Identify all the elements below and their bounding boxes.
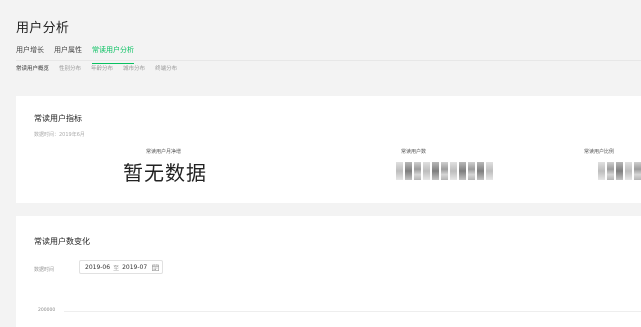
redacted-block bbox=[607, 162, 614, 180]
redacted-block bbox=[468, 162, 475, 180]
metric-label-reader-ratio: 常读用户比例 bbox=[584, 149, 615, 155]
metric-label-net-growth: 常读用户月净增 bbox=[146, 149, 182, 155]
subtab-device[interactable]: 终端分布 bbox=[155, 64, 177, 74]
tabs-divider bbox=[16, 60, 641, 61]
redacted-block bbox=[459, 162, 466, 180]
redacted-block bbox=[423, 162, 430, 180]
redacted-block bbox=[634, 162, 641, 180]
redacted-block bbox=[396, 162, 403, 180]
date-range-label: 数据时间 bbox=[34, 267, 55, 273]
metrics-data-time: 数据时间：2019年6月 bbox=[34, 132, 85, 138]
sub-tabs: 常读用户概览 性别分布 年龄分布 城市分布 终端分布 bbox=[16, 64, 177, 74]
metric-value-reader-count-redacted bbox=[396, 162, 493, 180]
tab-user-growth[interactable]: 用户增长 bbox=[16, 44, 44, 60]
redacted-block bbox=[625, 162, 632, 180]
page-title: 用户分析 bbox=[16, 21, 70, 36]
tab-frequent-reader-analysis[interactable]: 常读用户分析 bbox=[92, 44, 134, 64]
metrics-card-title: 常读用户指标 bbox=[34, 114, 82, 123]
trend-card-title: 常读用户数变化 bbox=[34, 237, 90, 246]
redacted-block bbox=[441, 162, 448, 180]
chart-gridline bbox=[64, 311, 641, 312]
redacted-block bbox=[432, 162, 439, 180]
redacted-block bbox=[616, 162, 623, 180]
subtab-overview[interactable]: 常读用户概览 bbox=[16, 64, 49, 74]
redacted-block bbox=[598, 162, 605, 180]
redacted-block bbox=[486, 162, 493, 180]
redacted-block bbox=[405, 162, 412, 180]
date-start: 2019-06 bbox=[85, 263, 111, 271]
trend-card: 常读用户数变化 数据时间 2019-06 至 2019-07 200000 bbox=[16, 216, 641, 327]
chart-y-tick: 200000 bbox=[38, 308, 56, 313]
redacted-block bbox=[477, 162, 484, 180]
metrics-card: 常读用户指标 数据时间：2019年6月 常读用户月净增 暂无数据 常读用户数 常… bbox=[16, 96, 641, 203]
user-analysis-page: 用户分析 用户增长 用户属性 常读用户分析 常读用户概览 性别分布 年龄分布 城… bbox=[0, 0, 641, 327]
subtab-city[interactable]: 城市分布 bbox=[123, 64, 145, 74]
date-range-picker[interactable]: 2019-06 至 2019-07 bbox=[79, 260, 163, 274]
metric-value-reader-ratio-redacted bbox=[598, 162, 641, 180]
redacted-block bbox=[414, 162, 421, 180]
metric-label-reader-count: 常读用户数 bbox=[401, 149, 427, 155]
date-end: 2019-07 bbox=[122, 263, 148, 271]
main-tabs: 用户增长 用户属性 常读用户分析 bbox=[16, 44, 134, 64]
tab-user-attributes[interactable]: 用户属性 bbox=[54, 44, 82, 60]
subtab-gender[interactable]: 性别分布 bbox=[59, 64, 81, 74]
redacted-block bbox=[450, 162, 457, 180]
date-separator: 至 bbox=[113, 264, 120, 272]
subtab-age[interactable]: 年龄分布 bbox=[91, 64, 113, 74]
metric-value-net-growth: 暂无数据 bbox=[123, 161, 207, 185]
calendar-icon bbox=[152, 263, 160, 271]
